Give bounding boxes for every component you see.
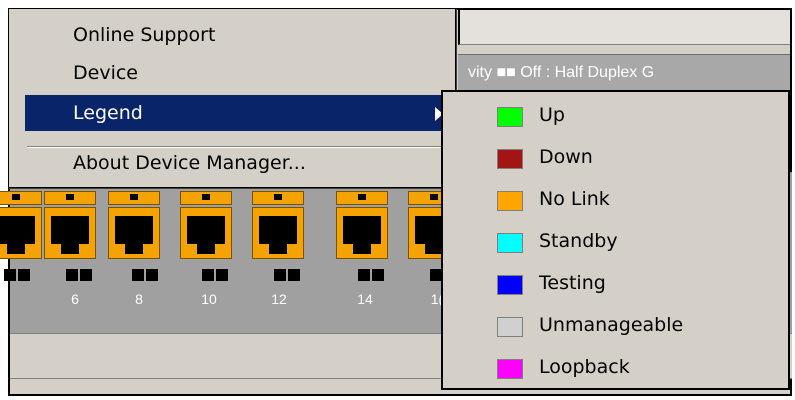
port-top	[44, 191, 96, 205]
port-led	[274, 269, 286, 281]
port-top	[180, 191, 232, 205]
color-swatch-icon	[497, 191, 523, 211]
port-led	[146, 269, 158, 281]
legend-label: No Link	[539, 188, 610, 210]
port-led	[80, 269, 92, 281]
port-jack[interactable]	[44, 207, 96, 259]
port-led	[216, 269, 228, 281]
legend-label: Standby	[539, 230, 618, 252]
menu-item-label: Online Support	[73, 24, 216, 46]
menu-item-about-device-manager[interactable]: About Device Manager...	[25, 145, 453, 181]
legend-label: Unmanageable	[539, 314, 684, 336]
port-led	[132, 269, 144, 281]
port-jack[interactable]	[180, 207, 232, 259]
port-led	[18, 269, 30, 281]
title-strip	[458, 10, 790, 45]
legend-submenu: Up Down No Link Standby Testing Unmanage…	[441, 90, 790, 390]
port-jack[interactable]	[252, 207, 304, 259]
color-swatch-icon	[497, 107, 523, 127]
port-number: 12	[271, 291, 287, 307]
status-bar: vity ■■ Off : Half Duplex G	[458, 54, 790, 94]
port-jack[interactable]	[0, 207, 42, 259]
legend-item-testing[interactable]: Testing	[497, 266, 787, 304]
color-swatch-icon	[497, 275, 523, 295]
legend-item-loopback[interactable]: Loopback	[497, 350, 787, 388]
legend-item-unmanageable[interactable]: Unmanageable	[497, 308, 787, 346]
port-number: 14	[357, 291, 373, 307]
port-number: 6	[71, 291, 79, 307]
legend-label: Up	[539, 104, 565, 126]
context-menu: Online Support Device Legend About Devic…	[8, 8, 456, 188]
menu-item-device[interactable]: Device	[25, 55, 453, 91]
port-number: 10	[201, 291, 217, 307]
port-led	[288, 269, 300, 281]
legend-item-down[interactable]: Down	[497, 140, 787, 178]
menu-item-label: Device	[73, 62, 138, 84]
port-top	[336, 191, 388, 205]
menu-item-legend[interactable]: Legend	[25, 95, 453, 131]
status-text: vity ■■ Off : Half Duplex G	[468, 64, 655, 81]
port-led	[66, 269, 78, 281]
color-swatch-icon	[497, 317, 523, 337]
color-swatch-icon	[497, 233, 523, 253]
port-led	[372, 269, 384, 281]
port-led	[202, 269, 214, 281]
port-top	[252, 191, 304, 205]
legend-label: Testing	[539, 272, 606, 294]
legend-label: Down	[539, 146, 593, 168]
port-top	[108, 191, 160, 205]
menu-item-label: About Device Manager...	[73, 152, 306, 174]
menu-item-label: Legend	[73, 102, 143, 124]
port-jack[interactable]	[336, 207, 388, 259]
color-swatch-icon	[497, 149, 523, 169]
port-number: 8	[135, 291, 143, 307]
port-top	[0, 191, 42, 205]
legend-item-standby[interactable]: Standby	[497, 224, 787, 262]
port-led	[358, 269, 370, 281]
port-jack[interactable]	[108, 207, 160, 259]
color-swatch-icon	[497, 359, 523, 379]
legend-item-up[interactable]: Up	[497, 98, 787, 136]
legend-item-no-link[interactable]: No Link	[497, 182, 787, 220]
legend-label: Loopback	[539, 356, 630, 378]
menu-item-online-support[interactable]: Online Support	[25, 17, 453, 53]
port-led	[4, 269, 16, 281]
